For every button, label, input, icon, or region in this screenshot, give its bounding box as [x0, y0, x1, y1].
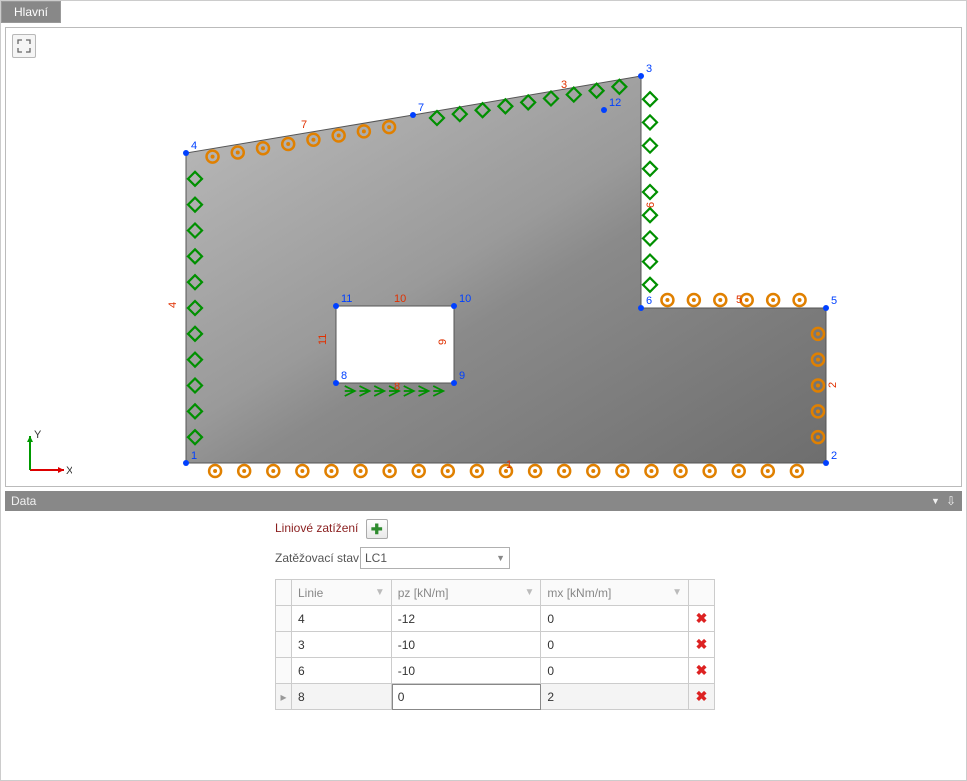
- col-mx[interactable]: mx [kNm/m]▼: [541, 580, 689, 606]
- svg-text:6: 6: [645, 202, 657, 208]
- svg-text:10: 10: [459, 293, 471, 305]
- section-title: Liniové zatížení: [275, 521, 358, 535]
- svg-text:12: 12: [609, 97, 621, 109]
- loadcase-value: LC1: [365, 551, 387, 565]
- svg-text:11: 11: [317, 334, 329, 345]
- plus-icon: ✚: [371, 522, 383, 536]
- loads-table: Linie▼ pz [kN/m]▼ mx [kNm/m]▼ 4 -12 0 ✖ …: [275, 579, 715, 710]
- svg-text:7: 7: [301, 119, 307, 131]
- table-row[interactable]: 3 -10 0 ✖: [276, 632, 715, 658]
- pz-input[interactable]: 0: [392, 684, 542, 710]
- pin-icon[interactable]: ⇩: [946, 494, 956, 508]
- delete-button[interactable]: ✖: [696, 688, 708, 705]
- svg-text:1: 1: [191, 450, 197, 462]
- svg-text:8: 8: [341, 370, 347, 382]
- model-viewport[interactable]: 123456789101112 1234567891011 X Y: [5, 27, 962, 487]
- data-panel-header[interactable]: Data ▼ ⇩: [5, 491, 962, 511]
- table-header: Linie▼ pz [kN/m]▼ mx [kNm/m]▼: [276, 580, 715, 606]
- loadcase-select[interactable]: LC1 ▼: [360, 547, 510, 569]
- dropdown-icon[interactable]: ▼: [931, 496, 940, 506]
- svg-text:5: 5: [736, 294, 742, 306]
- col-pz[interactable]: pz [kN/m]▼: [392, 580, 542, 606]
- delete-button[interactable]: ✖: [696, 662, 708, 679]
- filter-icon[interactable]: ▼: [524, 587, 534, 598]
- table-row[interactable]: ▸ 8 0 2 ✖: [276, 684, 715, 710]
- svg-text:8: 8: [394, 381, 400, 393]
- svg-text:3: 3: [646, 63, 652, 75]
- row-indicator-icon: ▸: [276, 684, 292, 710]
- svg-text:6: 6: [646, 295, 652, 307]
- delete-button[interactable]: ✖: [696, 636, 708, 653]
- col-linie[interactable]: Linie▼: [292, 580, 392, 606]
- coordinate-system-icon: X Y: [22, 428, 72, 478]
- svg-text:Y: Y: [34, 429, 42, 441]
- model-canvas: 123456789101112 1234567891011: [6, 28, 961, 486]
- table-row[interactable]: 6 -10 0 ✖: [276, 658, 715, 684]
- fullscreen-button[interactable]: [12, 34, 36, 58]
- svg-text:4: 4: [191, 140, 197, 152]
- filter-icon[interactable]: ▼: [672, 587, 682, 598]
- tab-main[interactable]: Hlavní: [1, 1, 61, 23]
- svg-text:3: 3: [561, 79, 567, 91]
- svg-text:9: 9: [459, 370, 465, 382]
- svg-text:4: 4: [167, 302, 179, 308]
- svg-text:2: 2: [831, 450, 837, 462]
- svg-text:10: 10: [394, 293, 406, 305]
- loadcase-label: Zatěžovací stav: [275, 551, 360, 565]
- svg-text:X: X: [66, 465, 72, 477]
- svg-text:9: 9: [437, 339, 449, 345]
- svg-text:7: 7: [418, 102, 424, 114]
- table-row[interactable]: 4 -12 0 ✖: [276, 606, 715, 632]
- add-button[interactable]: ✚: [366, 519, 388, 539]
- svg-text:11: 11: [341, 293, 352, 305]
- svg-text:2: 2: [827, 382, 839, 388]
- data-panel-title: Data: [11, 494, 36, 508]
- svg-text:1: 1: [506, 459, 512, 471]
- data-panel-body: Liniové zatížení ✚ Zatěžovací stav LC1 ▼…: [5, 511, 962, 776]
- svg-text:5: 5: [831, 295, 837, 307]
- chevron-down-icon: ▼: [496, 553, 505, 563]
- filter-icon[interactable]: ▼: [375, 587, 385, 598]
- delete-button[interactable]: ✖: [696, 610, 708, 627]
